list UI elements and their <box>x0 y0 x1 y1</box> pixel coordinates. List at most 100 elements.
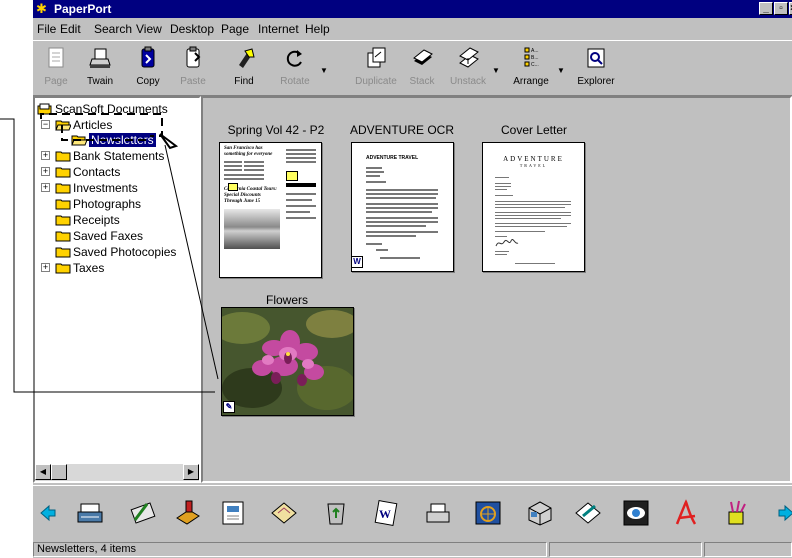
menu-page[interactable]: Page <box>221 22 249 36</box>
document-area[interactable]: Spring Vol 42 - P2 San Francisco has som… <box>201 96 792 483</box>
open-folder-icon <box>71 135 87 146</box>
stack-icon <box>413 49 433 65</box>
menu-search[interactable]: Search <box>94 22 132 36</box>
page-icon <box>48 47 64 68</box>
email-send-icon[interactable] <box>573 498 603 528</box>
tree-label: Saved Faxes <box>73 229 144 243</box>
flashlight-find-icon <box>239 48 255 68</box>
status-bar: Newsletters, 4 items <box>33 540 792 558</box>
menu-view[interactable]: View <box>136 22 162 36</box>
page-button[interactable]: Page <box>33 45 79 91</box>
newsletter-photo <box>224 209 280 249</box>
folder-icon <box>55 215 71 226</box>
paste-button[interactable]: Paste <box>170 45 216 91</box>
document-viewer-icon[interactable] <box>219 498 249 528</box>
duplicate-icon <box>367 47 386 68</box>
doc-title: Cover Letter <box>500 123 568 137</box>
explorer-icon <box>587 48 605 68</box>
scroll-left-arrow-icon[interactable] <box>39 498 57 528</box>
newsletter-headline: San Francisco has something for everyone <box>224 146 273 157</box>
expand-icon[interactable]: + <box>41 151 50 160</box>
word-document-icon[interactable]: W <box>371 498 401 528</box>
page-label: Page <box>44 76 68 87</box>
document-stack-icon <box>37 103 52 115</box>
folder-icon <box>55 167 71 178</box>
tree-label: Photographs <box>73 197 142 211</box>
scroll-right-button[interactable]: ▶ <box>183 464 199 480</box>
folder-icon <box>55 247 71 258</box>
arrange-button[interactable]: A... B... C... Arrange <box>508 45 554 91</box>
tree-label-selected: Newsletters <box>89 133 156 147</box>
3d-cube-icon[interactable] <box>525 498 555 528</box>
document-thumbnail-adventure-ocr[interactable]: ADVENTURE TRAVEL <box>351 142 454 272</box>
find-button[interactable]: Find <box>221 45 267 91</box>
send-to-bar: W <box>33 485 792 540</box>
folder-icon <box>55 199 71 210</box>
rotate-button[interactable]: Rotate <box>272 45 318 91</box>
unstack-button[interactable]: Unstack <box>445 45 491 91</box>
stack-button[interactable]: Stack <box>399 45 445 91</box>
copy-icon <box>141 46 155 68</box>
status-panel-3 <box>704 542 792 557</box>
menu-bar: File Edit Search View Desktop Page Inter… <box>33 19 792 38</box>
scrollbar-thumb[interactable] <box>51 464 67 480</box>
paint-brush-icon[interactable] <box>721 498 751 528</box>
doc-title: ADVENTURE OCR <box>349 123 454 137</box>
duplicate-button[interactable]: Duplicate <box>353 45 399 91</box>
copy-button[interactable]: Copy <box>125 45 171 91</box>
email-envelope-icon[interactable] <box>269 498 299 528</box>
folder-tree[interactable]: ScanSoft Documents − Articles Newsletter… <box>33 96 201 483</box>
doc-title: Flowers <box>265 293 308 307</box>
folder-icon <box>55 231 71 242</box>
acrobat-pdf-icon[interactable] <box>671 498 701 528</box>
collapse-icon[interactable]: − <box>41 120 50 129</box>
explorer-label: Explorer <box>577 76 615 87</box>
scroll-left-button[interactable]: ◀ <box>35 464 51 480</box>
folder-icon <box>55 263 71 274</box>
typewriter-icon[interactable] <box>75 498 105 528</box>
maximize-button[interactable]: ▫ <box>774 2 788 15</box>
twain-button[interactable]: Twain <box>77 45 123 91</box>
expand-icon[interactable]: + <box>41 263 50 272</box>
fax-stamp-icon[interactable] <box>173 498 203 528</box>
recycle-bin-icon[interactable] <box>321 498 351 528</box>
arrange-icon: A...B...C... <box>524 47 539 68</box>
letter-heading: ADVENTURE TRAVEL <box>366 155 419 161</box>
scanner-icon <box>89 48 111 68</box>
rotate-dropdown-icon[interactable]: ▼ <box>320 66 328 75</box>
menu-internet[interactable]: Internet <box>258 22 299 36</box>
tree-label: Taxes <box>73 261 105 275</box>
menu-edit[interactable]: Edit <box>60 22 81 36</box>
explorer-button[interactable]: Explorer <box>573 45 619 91</box>
eye-viewer-icon[interactable] <box>621 498 651 528</box>
tree-horizontal-scrollbar[interactable]: ◀ ▶ <box>35 464 199 481</box>
expand-icon[interactable]: + <box>41 167 50 176</box>
paperport-window: ✱ PaperPort _ ▫ × File Edit Search View … <box>33 0 792 558</box>
tree-label: Investments <box>73 181 138 195</box>
photo-editor-icon[interactable] <box>473 498 503 528</box>
open-folder-icon <box>55 120 71 131</box>
status-text: Newsletters, 4 items <box>33 542 547 557</box>
arrange-dropdown-icon[interactable]: ▼ <box>557 66 565 75</box>
stack-label: Stack <box>409 76 435 87</box>
status-panel-2 <box>549 542 702 557</box>
photo-thumbnail-flowers[interactable]: ✎ <box>221 307 354 416</box>
tree-label: Articles <box>73 118 113 132</box>
title-bar[interactable]: ✱ PaperPort _ ▫ × <box>33 0 792 18</box>
document-thumbnail-cover-letter[interactable]: ADVENTURE TRAVEL <box>482 142 585 272</box>
minimize-button[interactable]: _ <box>759 2 773 15</box>
letterhead-title: ADVENTURE <box>503 155 564 163</box>
scroll-right-arrow-icon[interactable] <box>777 498 792 528</box>
menu-file[interactable]: File <box>37 22 56 36</box>
pen-writing-icon[interactable] <box>127 498 157 528</box>
tree-label: Saved Photocopies <box>73 245 177 259</box>
orchid-photo <box>222 308 353 415</box>
unstack-dropdown-icon[interactable]: ▼ <box>492 66 500 75</box>
doc-title: Spring Vol 42 - P2 <box>227 123 325 137</box>
expand-icon[interactable]: + <box>41 183 50 192</box>
document-thumbnail-newsletter[interactable]: San Francisco has something for everyone… <box>219 142 322 278</box>
printer-icon[interactable] <box>423 498 453 528</box>
menu-desktop[interactable]: Desktop <box>170 22 214 36</box>
svg-text:B...: B... <box>531 55 539 61</box>
menu-help[interactable]: Help <box>305 22 330 36</box>
